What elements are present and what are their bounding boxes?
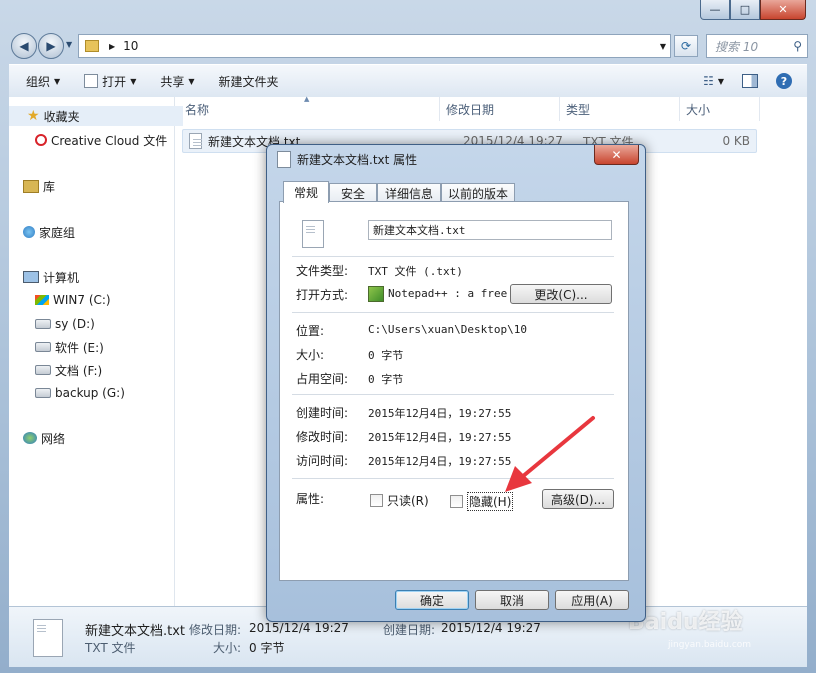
tab-general[interactable]: 常规 <box>283 181 329 203</box>
annotation-arrow-shaft <box>520 416 595 479</box>
annotation-arrow-overlay <box>505 416 595 492</box>
tab-general-label: 常规 <box>293 186 318 200</box>
